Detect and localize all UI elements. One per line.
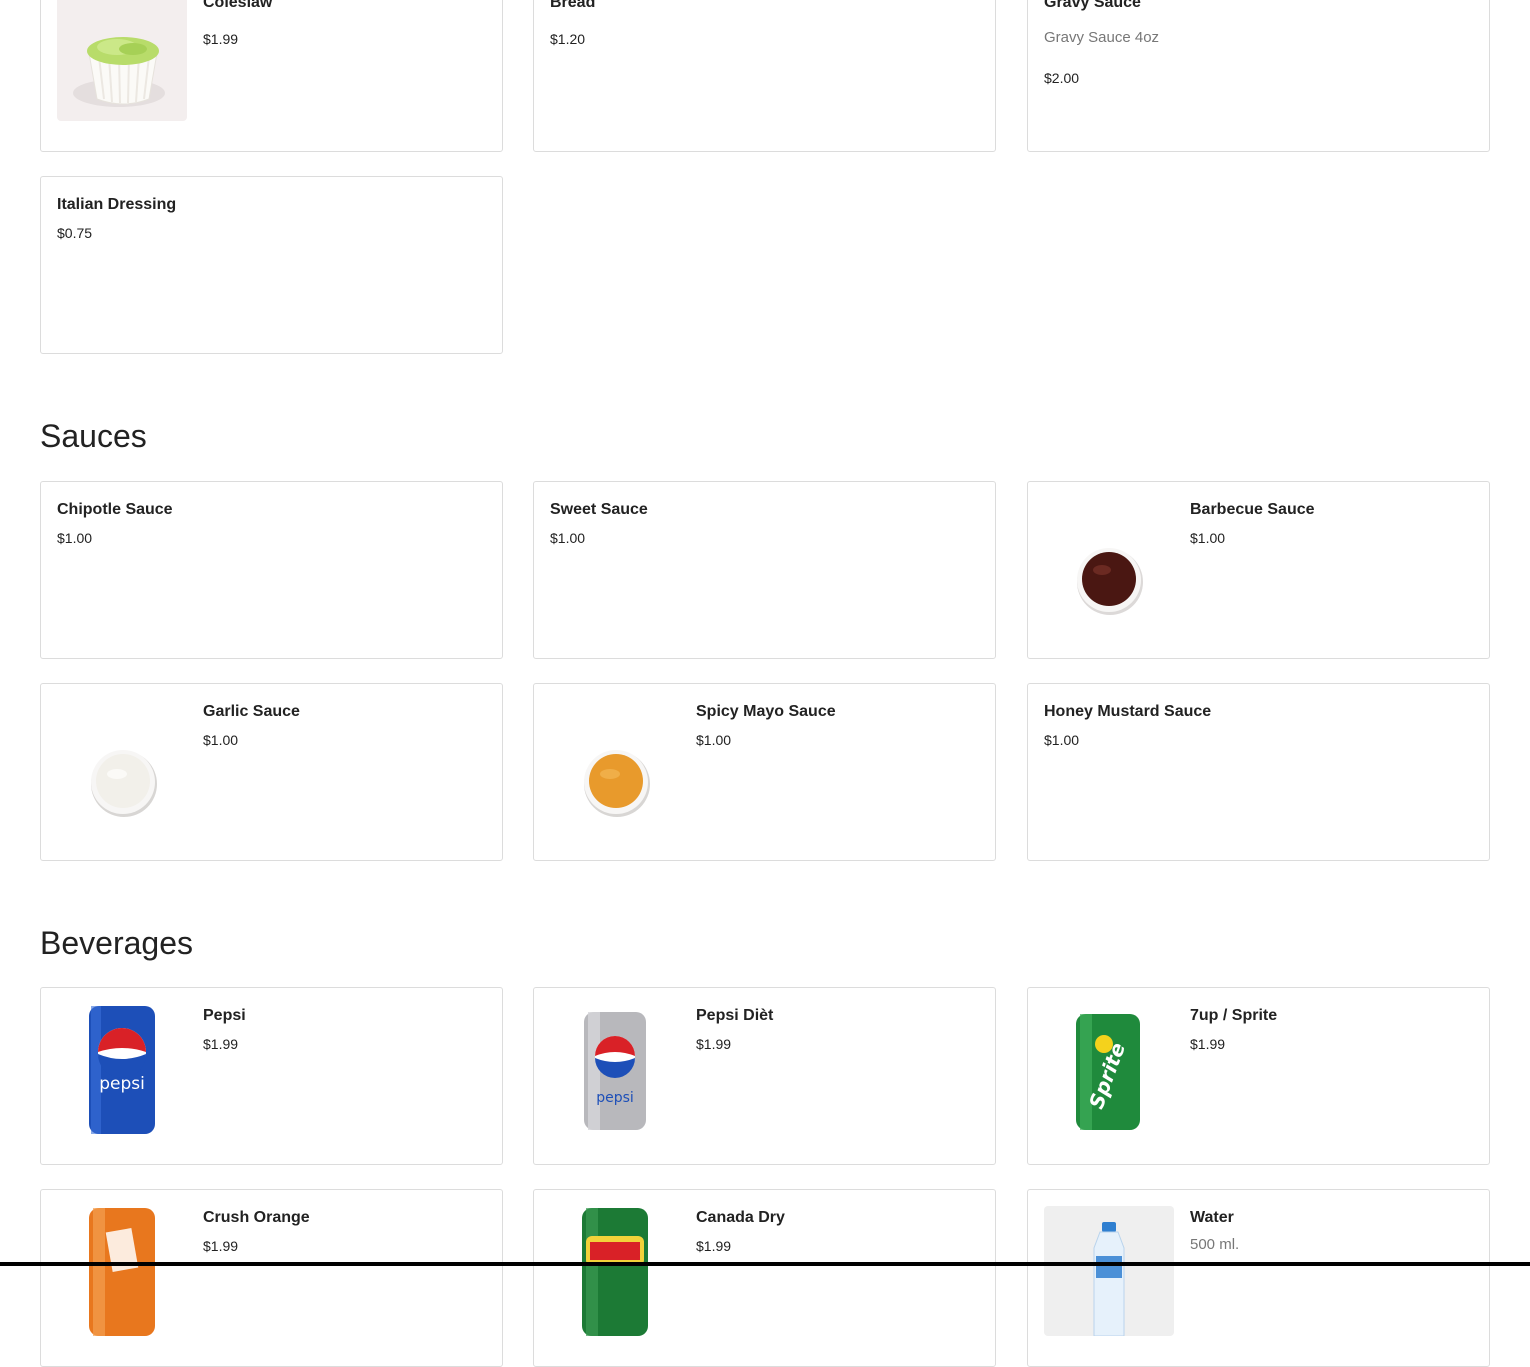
item-price: $1.99 [203,1036,239,1052]
bottom-edge-bar [0,1262,1530,1266]
item-description: 500 ml. [1190,1236,1240,1253]
section-title-sauces: Sauces [40,418,147,454]
item-name: Crush Orange [203,1209,310,1226]
item-price: $1.99 [1190,1036,1226,1052]
item-price: $0.75 [57,225,93,241]
item-price: $1.99 [696,1238,732,1254]
item-name: Honey Mustard Sauce [1044,703,1212,720]
item-name: Pepsi [203,1007,246,1024]
menu-item-card[interactable]: Chipotle Sauce $1.00 [40,481,503,659]
item-name: Bread [550,0,596,11]
item-name: Chipotle Sauce [57,501,173,518]
menu-item-card[interactable]: Gravy Sauce Gravy Sauce 4oz $2.00 [1027,0,1490,152]
menu-item-card[interactable]: Bread $1.20 [533,0,996,152]
section-title-beverages: Beverages [40,925,193,961]
menu-item-card[interactable]: Water 500 ml. [1027,1189,1490,1367]
menu-item-card[interactable]: Honey Mustard Sauce $1.00 [1027,683,1490,861]
garlic-sauce-image [57,700,187,830]
item-name: Coleslaw [203,0,273,11]
coleslaw-image [57,0,187,121]
menu-item-card[interactable]: Sprite 7up / Sprite $1.99 [1027,987,1490,1165]
menu-item-card[interactable]: Canada Dry $1.99 [533,1189,996,1367]
item-price: $1.00 [1190,530,1226,546]
item-name: Barbecue Sauce [1190,501,1315,518]
canada-dry-can-image [550,1206,680,1336]
item-name: Spicy Mayo Sauce [696,703,836,720]
item-name: Gravy Sauce [1044,0,1141,11]
item-price: $1.99 [696,1036,732,1052]
menu-item-card[interactable]: Crush Orange $1.99 [40,1189,503,1367]
item-price: $1.99 [203,31,239,47]
menu-item-card[interactable]: pepsi Pepsi $1.99 [40,987,503,1165]
barbecue-sauce-image [1044,498,1174,628]
item-name: Italian Dressing [57,196,177,213]
item-price: $1.00 [550,530,586,546]
svg-text:pepsi: pepsi [596,1090,634,1106]
sprite-can-image: Sprite [1044,1004,1174,1134]
svg-text:pepsi: pepsi [99,1074,145,1094]
menu-item-card[interactable]: Barbecue Sauce $1.00 [1027,481,1490,659]
item-price: $1.00 [203,732,239,748]
pepsi-can-image: pepsi [57,1004,187,1134]
item-price: $1.00 [1044,732,1080,748]
item-name: Garlic Sauce [203,703,300,720]
item-price: $2.00 [1044,70,1080,86]
crush-orange-can-image [57,1206,187,1336]
diet-pepsi-can-image: pepsi [550,1004,680,1134]
menu-item-card[interactable]: Italian Dressing $0.75 [40,176,503,354]
water-bottle-image [1044,1206,1174,1336]
menu-item-card[interactable]: Coleslaw $1.99 [40,0,503,152]
item-name: Canada Dry [696,1209,785,1226]
menu-item-card[interactable]: Sweet Sauce $1.00 [533,481,996,659]
item-price: $1.20 [550,31,586,47]
item-name: Sweet Sauce [550,501,648,518]
item-name: Pepsi Dièt [696,1007,774,1024]
menu-item-card[interactable]: Spicy Mayo Sauce $1.00 [533,683,996,861]
item-description: Gravy Sauce 4oz [1044,29,1160,46]
menu-item-card[interactable]: Garlic Sauce $1.00 [40,683,503,861]
item-name: Water [1190,1209,1234,1226]
item-price: $1.00 [696,732,732,748]
menu-item-card[interactable]: pepsi Pepsi Dièt $1.99 [533,987,996,1165]
spicy-mayo-image [550,700,680,830]
item-price: $1.99 [203,1238,239,1254]
item-name: 7up / Sprite [1190,1007,1278,1024]
item-price: $1.00 [57,530,93,546]
